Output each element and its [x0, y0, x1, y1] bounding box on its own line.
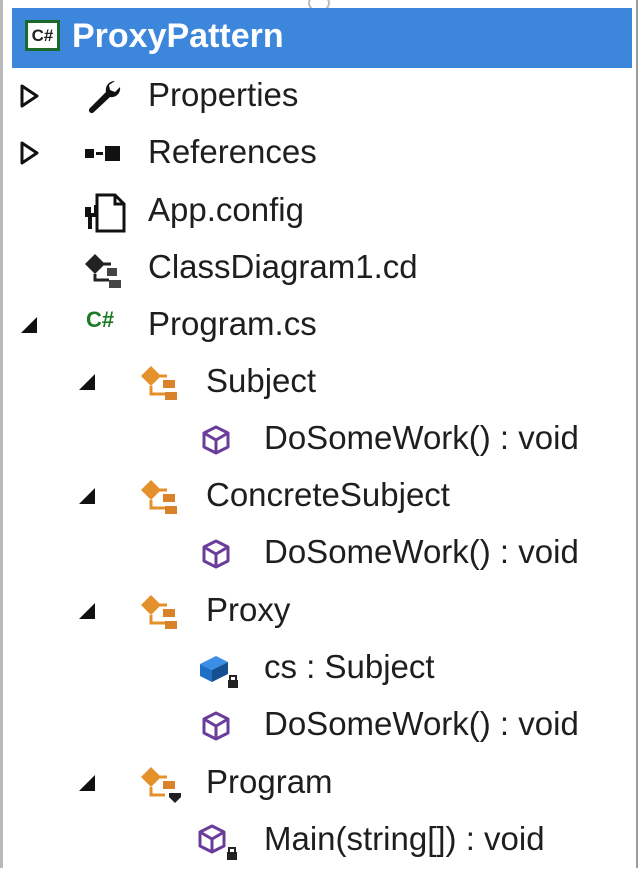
method-icon	[202, 711, 230, 741]
tree-item-class-proxy[interactable]: Proxy	[3, 585, 636, 641]
tree-item-label: ClassDiagram1.cd	[148, 248, 418, 285]
tree-item-properties[interactable]: Properties	[3, 70, 636, 126]
tree-item-program-cs[interactable]: C# Program.cs	[3, 299, 636, 355]
collapse-arrow-icon[interactable]	[75, 370, 97, 394]
tree-item-label: Subject	[206, 362, 317, 399]
tree-item-class-subject[interactable]: Subject	[3, 356, 636, 412]
solution-explorer-tree: C# ProxyPattern Properties References Ap…	[0, 0, 638, 868]
class-icon	[141, 480, 177, 514]
expand-arrow-icon[interactable]	[19, 141, 41, 165]
private-method-icon	[198, 824, 237, 860]
tree-item-method[interactable]: Main(string[]) : void	[3, 814, 636, 870]
project-title: ProxyPattern	[72, 17, 284, 55]
tree-item-class-program[interactable]: Program	[3, 757, 636, 813]
tree-item-field[interactable]: cs : Subject	[3, 642, 636, 698]
project-node-selected[interactable]: C# ProxyPattern	[12, 8, 632, 68]
tree-item-label: ConcreteSubject	[206, 476, 450, 513]
tree-item-app-config[interactable]: App.config	[3, 185, 636, 241]
collapse-arrow-icon[interactable]	[75, 599, 97, 623]
tree-item-label: DoSomeWork() : void	[264, 419, 579, 456]
class-diagram-icon	[85, 254, 121, 288]
wrench-icon	[88, 81, 121, 114]
method-icon	[202, 539, 230, 569]
collapse-arrow-icon[interactable]	[17, 313, 39, 337]
config-file-icon	[85, 193, 126, 233]
tree-item-method[interactable]: DoSomeWork() : void	[3, 699, 636, 755]
tree-item-label: Proxy	[206, 591, 291, 628]
tree-item-method[interactable]: DoSomeWork() : void	[3, 413, 636, 469]
tree-item-label: Program	[206, 763, 333, 800]
tree-item-label: Program.cs	[148, 305, 317, 342]
tree-item-label: DoSomeWork() : void	[264, 533, 579, 570]
csharp-project-icon: C#	[25, 20, 60, 51]
tree-item-label: cs : Subject	[264, 648, 435, 685]
tree-item-references[interactable]: References	[3, 127, 636, 183]
tree-item-label: References	[148, 133, 317, 170]
class-icon	[141, 595, 177, 629]
expand-arrow-icon[interactable]	[19, 84, 41, 108]
collapse-arrow-icon[interactable]	[75, 484, 97, 508]
tree-item-class-diagram[interactable]: ClassDiagram1.cd	[3, 242, 636, 298]
internal-class-icon	[141, 767, 181, 803]
method-icon	[202, 425, 230, 455]
references-icon	[85, 146, 120, 161]
tree-item-label: Main(string[]) : void	[264, 820, 545, 857]
tree-item-class-concrete-subject[interactable]: ConcreteSubject	[3, 470, 636, 526]
csharp-file-icon: C#	[86, 307, 115, 332]
tree-item-label: App.config	[148, 191, 304, 228]
collapse-arrow-icon[interactable]	[75, 771, 97, 795]
tree-item-label: Properties	[148, 76, 299, 113]
private-field-icon	[200, 656, 238, 688]
class-icon	[141, 366, 177, 400]
tree-item-label: DoSomeWork() : void	[264, 705, 579, 742]
tree-item-method[interactable]: DoSomeWork() : void	[3, 527, 636, 583]
